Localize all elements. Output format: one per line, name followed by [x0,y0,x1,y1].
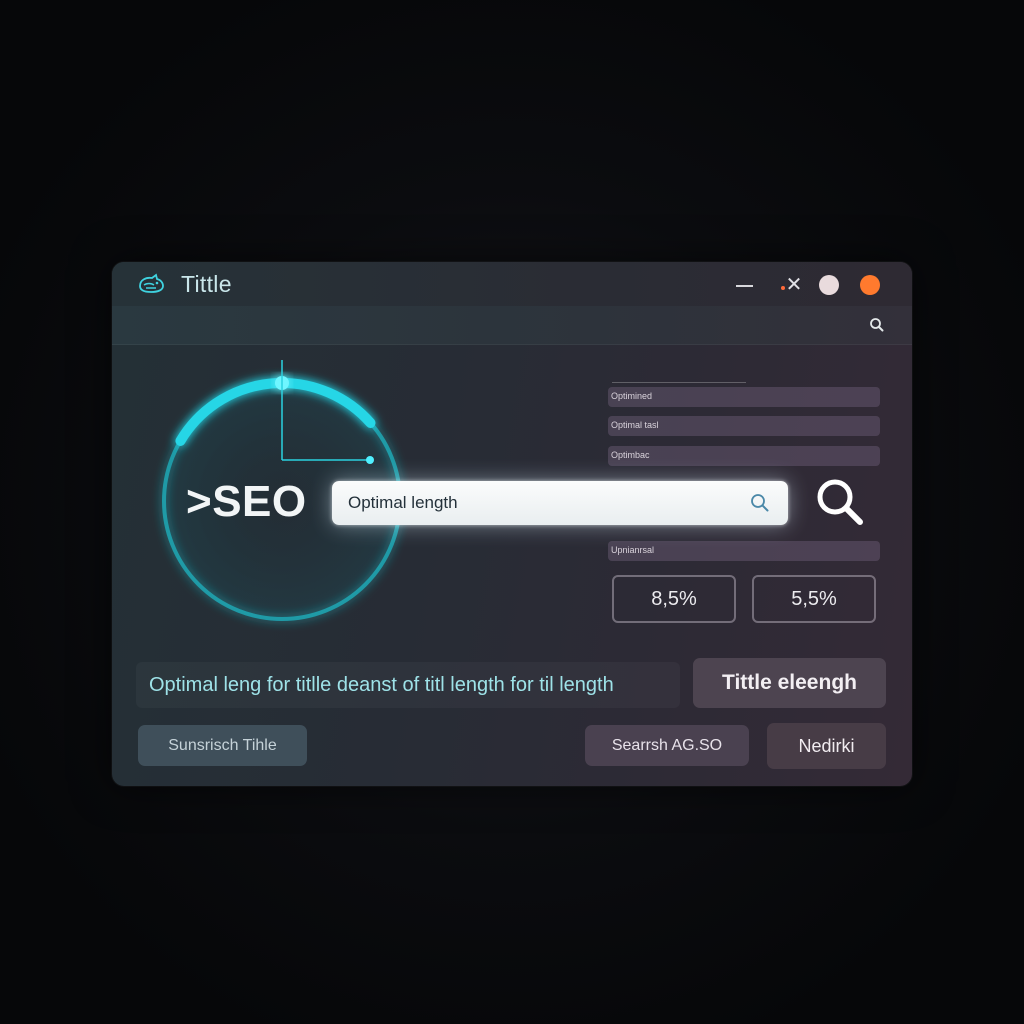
title-bar: Tittle ✕ [112,262,912,307]
nedirki-button[interactable]: Nedirki [767,723,886,769]
magnifier-icon[interactable] [812,474,870,532]
toolbar [112,306,912,345]
cat-logo-icon [139,273,164,293]
metric-list-item-label: Upnianrsal [611,545,655,555]
search-icon[interactable] [749,492,771,514]
app-window: Tittle ✕ >SEO Optimined Optimal tasl Opt… [112,262,912,786]
stat-value-box: 8,5% [612,575,736,623]
gauge-needle-tip [366,456,374,464]
stat-value-box: 5,5% [752,575,876,623]
search-bar[interactable] [332,481,788,525]
metric-list-item[interactable]: Optimined [608,387,880,407]
search-icon[interactable] [868,316,886,334]
metric-list-item-label: Optimbac [611,450,650,460]
submit-title-button[interactable]: Sunsrisch Tihle [138,725,307,766]
search-input[interactable] [348,481,728,525]
description-bar: Optimal leng for titlle deanst of titl l… [136,662,680,708]
metric-list-item-label: Optimined [611,391,653,401]
search-seo-button[interactable]: Searrsh AG.SO [585,725,749,766]
metric-list-item[interactable]: Optimbac [608,446,880,466]
window-title: Tittle [181,271,232,297]
close-icon[interactable]: ✕ [785,274,803,296]
list-divider [612,382,746,383]
seo-label: >SEO [186,477,307,526]
minimize-icon[interactable] [734,274,756,294]
metric-list-item[interactable]: Optimal tasl [608,416,880,436]
title-length-button[interactable]: Tittle eleengh [693,658,886,708]
status-orange-icon[interactable] [860,275,880,295]
maximize-light-icon[interactable] [819,275,839,295]
metric-list-item-label: Optimal tasl [611,420,659,430]
description-text: Optimal leng for titlle deanst of titl l… [149,674,614,696]
metric-list-item[interactable]: Upnianrsal [608,541,880,561]
